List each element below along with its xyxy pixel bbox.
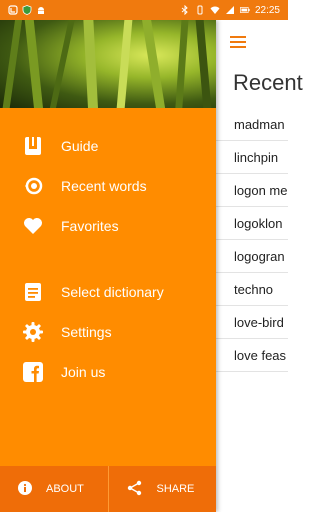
menu-item-join-us[interactable]: Join us [0, 352, 216, 392]
list-item[interactable]: logon me [216, 174, 288, 207]
navigation-drawer: Guide Recent words Favorites Select dict… [0, 20, 216, 512]
list-item[interactable]: love feas [216, 339, 288, 372]
list-item[interactable]: logogran [216, 240, 288, 273]
about-label: ABOUT [46, 483, 84, 495]
facebook-icon [22, 361, 44, 383]
battery-icon [239, 5, 250, 15]
wifi-icon [210, 5, 220, 15]
recent-words-list: madman linchpin logon me logoklon logogr… [216, 108, 288, 372]
signal-icon [225, 5, 235, 15]
list-item[interactable]: logoklon [216, 207, 288, 240]
clock: 22:25 [254, 4, 280, 16]
document-icon [22, 281, 44, 303]
share-label: SHARE [156, 483, 195, 495]
drawer-header-image [0, 20, 216, 108]
vibrate-icon [195, 5, 205, 15]
info-icon [18, 480, 32, 498]
page-title: Recent [233, 70, 303, 95]
menu-label: Join us [61, 364, 106, 380]
heart-icon [22, 215, 44, 237]
menu-label: Guide [61, 138, 99, 154]
drawer-bottom-bar: ABOUT SHARE [0, 466, 216, 512]
drawer-menu: Guide Recent words Favorites Select dict… [0, 126, 216, 392]
menu-icon[interactable] [230, 36, 246, 48]
history-icon [22, 175, 44, 197]
menu-item-select-dictionary[interactable]: Select dictionary [0, 272, 216, 312]
status-bar: 22:25 [0, 0, 288, 20]
menu-label: Select dictionary [61, 284, 164, 300]
menu-label: Favorites [61, 218, 119, 234]
gear-icon [22, 321, 44, 343]
app-notification-icon [8, 5, 18, 15]
about-button[interactable]: ABOUT [0, 466, 108, 512]
menu-item-guide[interactable]: Guide [0, 126, 216, 166]
shield-icon [22, 5, 32, 15]
list-item[interactable]: linchpin [216, 141, 288, 174]
list-item[interactable]: techno [216, 273, 288, 306]
share-icon [127, 480, 143, 499]
menu-label: Settings [61, 324, 112, 340]
list-item[interactable]: love-bird [216, 306, 288, 339]
menu-item-settings[interactable]: Settings [0, 312, 216, 352]
android-icon [36, 5, 46, 15]
bluetooth-icon [180, 5, 190, 15]
book-icon [22, 135, 44, 157]
share-button[interactable]: SHARE [109, 466, 217, 512]
menu-item-favorites[interactable]: Favorites [0, 206, 216, 246]
list-item[interactable]: madman [216, 108, 288, 141]
menu-label: Recent words [61, 178, 147, 194]
menu-item-recent-words[interactable]: Recent words [0, 166, 216, 206]
